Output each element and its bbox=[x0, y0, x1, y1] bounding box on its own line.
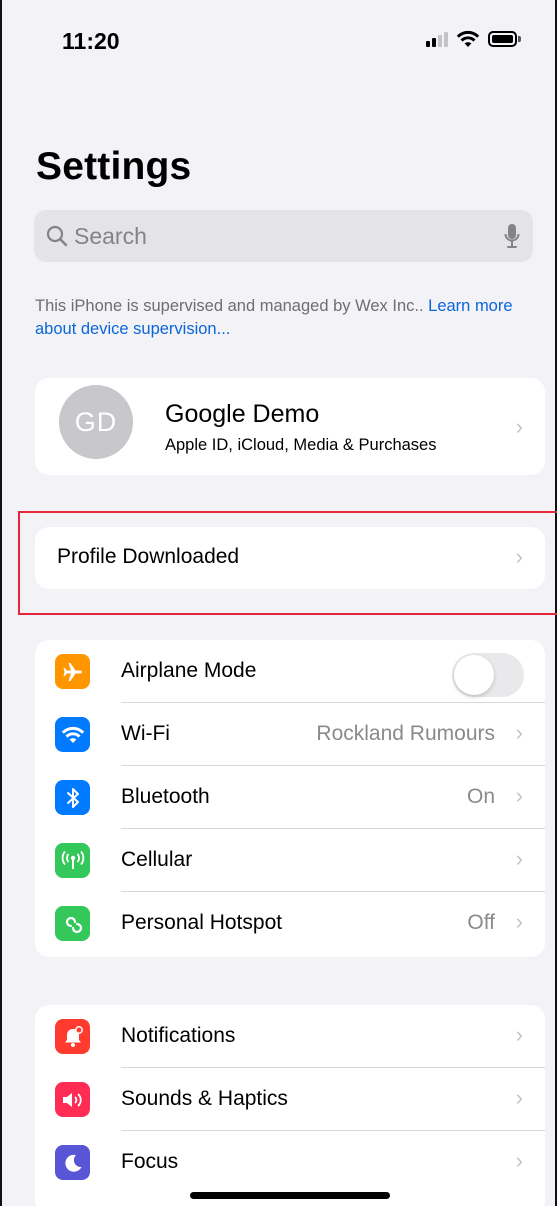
search-icon bbox=[46, 225, 68, 247]
airplane-mode-toggle[interactable] bbox=[452, 653, 524, 697]
status-icons bbox=[426, 30, 521, 48]
chevron-right-icon: › bbox=[515, 846, 523, 871]
airplane-icon bbox=[55, 654, 90, 689]
avatar: GD bbox=[59, 385, 133, 459]
chevron-right-icon: › bbox=[515, 720, 523, 745]
apple-id-profile-cell[interactable]: GD Google Demo Apple ID, iCloud, Media &… bbox=[35, 378, 545, 475]
supervision-text: This iPhone is supervised and managed by… bbox=[35, 297, 429, 315]
focus-row[interactable]: Focus › bbox=[35, 1131, 545, 1194]
page-title: Settings bbox=[36, 145, 192, 188]
cellular-row[interactable]: Cellular › bbox=[35, 829, 545, 892]
hotspot-icon bbox=[55, 906, 90, 941]
notifications-label: Notifications bbox=[121, 1024, 236, 1047]
microphone-icon[interactable] bbox=[503, 222, 521, 250]
chevron-right-icon: › bbox=[515, 1022, 523, 1047]
battery-icon bbox=[488, 31, 521, 47]
search-placeholder: Search bbox=[74, 222, 147, 249]
cellular-icon bbox=[55, 843, 90, 878]
notifications-row[interactable]: Notifications › bbox=[35, 1005, 545, 1068]
focus-label: Focus bbox=[121, 1150, 179, 1173]
wifi-label: Wi-Fi bbox=[121, 722, 170, 745]
bluetooth-label: Bluetooth bbox=[121, 785, 210, 808]
home-indicator[interactable] bbox=[190, 1192, 390, 1199]
personal-hotspot-row[interactable]: Personal Hotspot Off › bbox=[35, 892, 545, 955]
focus-moon-icon bbox=[55, 1145, 90, 1180]
bluetooth-row[interactable]: Bluetooth On › bbox=[35, 766, 545, 829]
profile-name: Google Demo bbox=[165, 400, 320, 428]
profile-downloaded-cell[interactable]: Profile Downloaded › bbox=[35, 527, 545, 589]
notifications-icon bbox=[55, 1019, 90, 1054]
profile-subtitle: Apple ID, iCloud, Media & Purchases bbox=[165, 436, 437, 454]
cellular-signal-icon bbox=[426, 31, 448, 47]
bluetooth-icon bbox=[55, 780, 90, 815]
chevron-right-icon: › bbox=[515, 783, 523, 808]
sounds-icon bbox=[55, 1082, 90, 1117]
supervision-notice: This iPhone is supervised and managed by… bbox=[35, 295, 545, 341]
wifi-icon bbox=[55, 717, 90, 752]
sounds-haptics-row[interactable]: Sounds & Haptics › bbox=[35, 1068, 545, 1131]
cellular-label: Cellular bbox=[121, 848, 193, 871]
chevron-right-icon: › bbox=[515, 544, 523, 569]
sounds-haptics-label: Sounds & Haptics bbox=[121, 1087, 288, 1110]
status-bar: 11:20 bbox=[2, 0, 555, 90]
connectivity-group: Airplane Mode Wi-Fi Rockland Rumours › B… bbox=[35, 640, 545, 957]
search-input[interactable]: Search bbox=[34, 210, 533, 262]
chevron-right-icon: › bbox=[515, 1148, 523, 1173]
chevron-right-icon: › bbox=[515, 414, 523, 439]
airplane-mode-row[interactable]: Airplane Mode bbox=[35, 640, 545, 703]
airplane-mode-label: Airplane Mode bbox=[121, 659, 257, 682]
bluetooth-value: On bbox=[466, 785, 495, 808]
wifi-row[interactable]: Wi-Fi Rockland Rumours › bbox=[35, 703, 545, 766]
status-time: 11:20 bbox=[62, 28, 120, 54]
chevron-right-icon: › bbox=[515, 1085, 523, 1110]
chevron-right-icon: › bbox=[515, 909, 523, 934]
wifi-value: Rockland Rumours bbox=[316, 722, 495, 745]
personal-hotspot-value: Off bbox=[467, 911, 495, 934]
profile-downloaded-label: Profile Downloaded bbox=[57, 545, 240, 568]
wifi-status-icon bbox=[456, 30, 480, 47]
system-group: Notifications › Sounds & Haptics › Focus… bbox=[35, 1005, 545, 1206]
personal-hotspot-label: Personal Hotspot bbox=[121, 911, 283, 934]
